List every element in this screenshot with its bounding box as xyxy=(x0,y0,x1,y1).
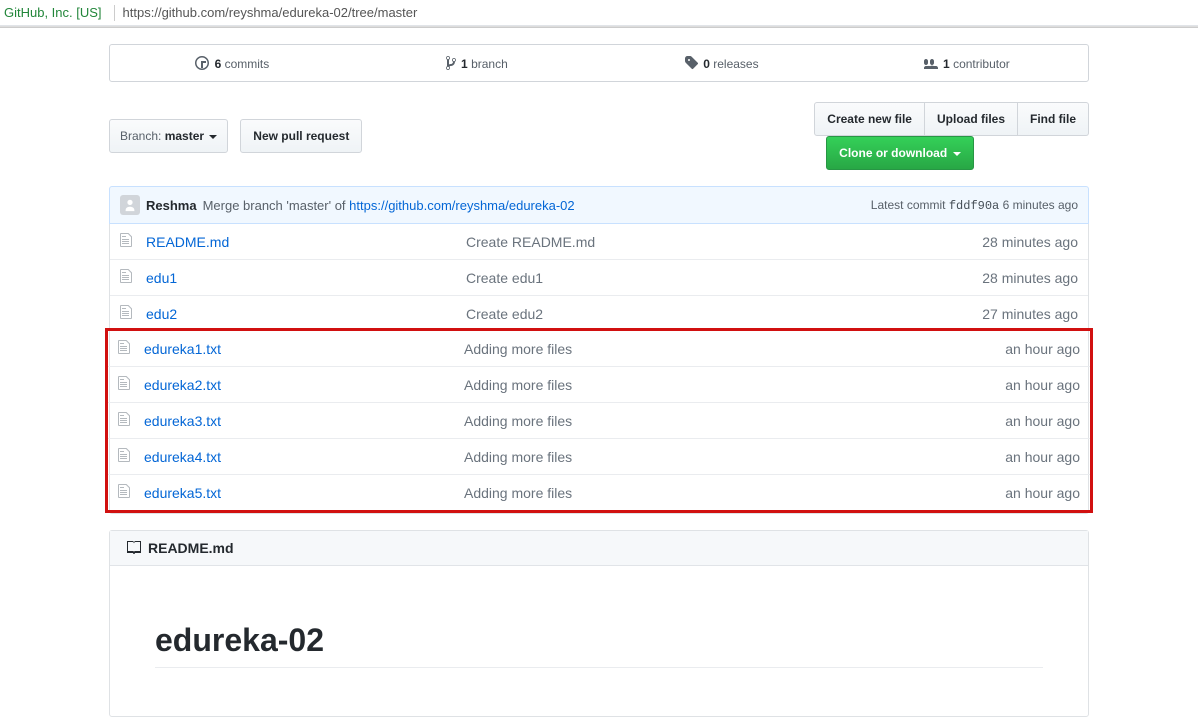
new-pull-request-button[interactable]: New pull request xyxy=(240,119,362,153)
commit-message-text: Merge branch 'master' of xyxy=(203,198,350,213)
file-time: an hour ago xyxy=(930,449,1080,465)
address-bar[interactable]: GitHub, Inc. [US] https://github.com/rey… xyxy=(0,0,1198,26)
highlighted-region: edureka1.txtAdding more filesan hour ago… xyxy=(105,328,1093,513)
branch-icon xyxy=(446,55,456,71)
file-name-link[interactable]: edureka3.txt xyxy=(144,413,221,429)
file-time: an hour ago xyxy=(930,341,1080,357)
file-commit-message[interactable]: Adding more files xyxy=(464,413,930,429)
file-row: edureka5.txt Adding more filesan hour ago xyxy=(108,474,1090,510)
clone-download-button[interactable]: Clone or download xyxy=(826,136,973,170)
file-row: edureka2.txt Adding more filesan hour ago xyxy=(108,366,1090,402)
branches-label: branch xyxy=(471,57,508,71)
url-text: https://github.com/reyshma/edureka-02/tr… xyxy=(123,5,418,20)
contributors-label: contributor xyxy=(953,57,1010,71)
file-commit-message[interactable]: Adding more files xyxy=(464,377,930,393)
clone-label: Clone or download xyxy=(839,146,947,160)
file-icon xyxy=(118,447,134,466)
caret-down-icon xyxy=(209,135,217,139)
readme-header: README.md xyxy=(110,531,1088,566)
commit-message-link[interactable]: https://github.com/reyshma/edureka-02 xyxy=(349,198,574,213)
file-nav-left: Branch: master New pull request xyxy=(109,119,362,153)
file-time: 28 minutes ago xyxy=(928,270,1078,286)
commit-time: 6 minutes ago xyxy=(1003,198,1078,212)
file-row: edureka4.txt Adding more filesan hour ago xyxy=(108,438,1090,474)
secure-badge: GitHub, Inc. [US] xyxy=(4,5,102,20)
commits-count: 6 xyxy=(215,57,222,71)
person-icon xyxy=(123,198,137,212)
repo-summary-bar: 6 commits 1 branch 0 releases 1 contribu… xyxy=(109,44,1089,82)
file-row: edu2 Create edu227 minutes ago xyxy=(110,295,1088,331)
file-nav-right: Create new file Upload files Find file C… xyxy=(814,102,1089,170)
releases-count: 0 xyxy=(703,57,710,71)
file-navigation: Branch: master New pull request Create n… xyxy=(109,102,1089,170)
commit-message: Merge branch 'master' of https://github.… xyxy=(203,198,575,213)
avatar[interactable] xyxy=(120,195,140,215)
releases-cell[interactable]: 0 releases xyxy=(599,45,844,81)
file-row: edureka3.txt Adding more filesan hour ago xyxy=(108,402,1090,438)
latest-commit-meta: Latest commit fddf90a 6 minutes ago xyxy=(871,198,1078,213)
file-name-link[interactable]: edureka5.txt xyxy=(144,485,221,501)
branch-label: Branch: xyxy=(120,129,161,143)
file-commit-message[interactable]: Adding more files xyxy=(464,341,930,357)
find-file-button[interactable]: Find file xyxy=(1018,102,1089,136)
readme-filename: README.md xyxy=(148,540,234,556)
commit-author[interactable]: Reshma xyxy=(146,198,197,213)
file-time: an hour ago xyxy=(930,377,1080,393)
file-icon xyxy=(120,232,136,251)
book-icon xyxy=(126,540,142,556)
branch-select-button[interactable]: Branch: master xyxy=(109,119,228,153)
file-name-link[interactable]: edureka2.txt xyxy=(144,377,221,393)
file-icon xyxy=(118,375,134,394)
divider xyxy=(0,26,1198,28)
file-commit-message[interactable]: Adding more files xyxy=(464,449,930,465)
file-name-link[interactable]: edureka1.txt xyxy=(144,341,221,357)
latest-commit-label: Latest commit xyxy=(871,198,946,212)
separator xyxy=(114,5,115,21)
people-icon xyxy=(922,55,938,71)
file-icon xyxy=(118,339,134,358)
file-time: 28 minutes ago xyxy=(928,234,1078,250)
tag-icon xyxy=(684,55,698,71)
file-row: edu1 Create edu128 minutes ago xyxy=(110,259,1088,295)
file-commit-message[interactable]: Create edu1 xyxy=(466,270,928,286)
contributors-cell[interactable]: 1 contributor xyxy=(844,45,1089,81)
caret-down-icon xyxy=(953,152,961,156)
branches-cell[interactable]: 1 branch xyxy=(355,45,600,81)
contributors-count: 1 xyxy=(943,57,950,71)
file-name-link[interactable]: README.md xyxy=(146,234,229,250)
branches-count: 1 xyxy=(461,57,468,71)
releases-label: releases xyxy=(713,57,758,71)
history-icon xyxy=(195,55,209,71)
branch-value: master xyxy=(165,129,204,143)
file-commit-message[interactable]: Adding more files xyxy=(464,485,930,501)
commit-sha[interactable]: fddf90a xyxy=(949,199,999,213)
latest-commit-bar: Reshma Merge branch 'master' of https://… xyxy=(109,186,1089,224)
file-name-link[interactable]: edu1 xyxy=(146,270,177,286)
file-time: an hour ago xyxy=(930,485,1080,501)
commits-label: commits xyxy=(225,57,270,71)
commits-cell[interactable]: 6 commits xyxy=(110,45,355,81)
file-time: an hour ago xyxy=(930,413,1080,429)
file-commit-message[interactable]: Create edu2 xyxy=(466,306,928,322)
file-icon xyxy=(120,268,136,287)
upload-files-button[interactable]: Upload files xyxy=(925,102,1018,136)
file-icon xyxy=(118,483,134,502)
file-icon xyxy=(118,411,134,430)
file-name-link[interactable]: edu2 xyxy=(146,306,177,322)
readme-box: README.md edureka-02 xyxy=(109,530,1089,717)
file-row: edureka1.txt Adding more filesan hour ago xyxy=(108,331,1090,366)
readme-heading: edureka-02 xyxy=(155,622,1043,668)
file-name-link[interactable]: edureka4.txt xyxy=(144,449,221,465)
file-time: 27 minutes ago xyxy=(928,306,1078,322)
create-new-file-button[interactable]: Create new file xyxy=(814,102,925,136)
file-list: README.mdCreate README.md28 minutes agoe… xyxy=(109,224,1089,514)
file-commit-message[interactable]: Create README.md xyxy=(466,234,928,250)
file-icon xyxy=(120,304,136,323)
file-row: README.md Create README.md28 minutes ago xyxy=(110,224,1088,259)
